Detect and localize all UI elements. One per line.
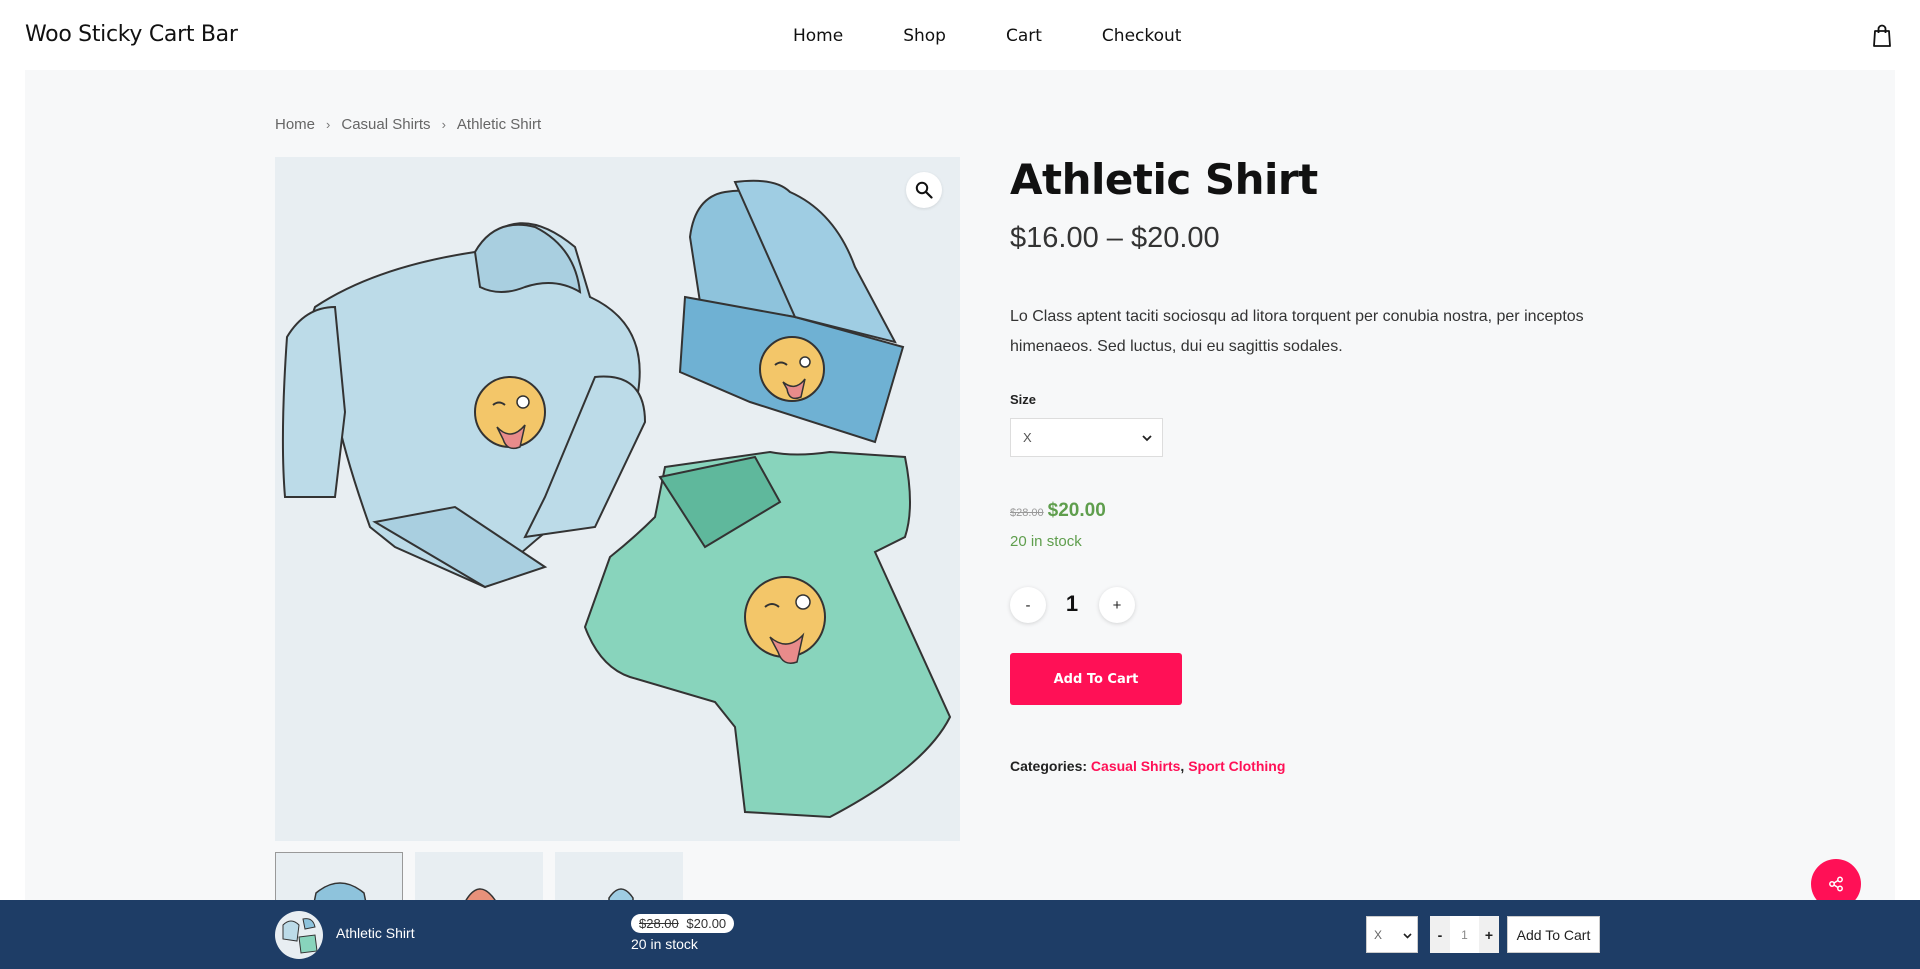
main-nav: Home Shop Cart Checkout (793, 26, 1241, 46)
add-to-cart-button[interactable]: Add To Cart (1010, 653, 1182, 705)
nav-home[interactable]: Home (793, 26, 843, 46)
sticky-bar-qty-decrease[interactable]: - (1430, 916, 1450, 953)
chevron-down-icon (1142, 430, 1152, 445)
sticky-bar-qty-input[interactable]: 1 (1450, 928, 1479, 942)
sticky-bar-product-image (275, 911, 323, 959)
price-range: $16.00 – $20.00 (1010, 222, 1220, 254)
sticky-bar-current-price: $20.00 (686, 916, 727, 931)
sticky-bar-add-to-cart-button[interactable]: Add To Cart (1507, 916, 1600, 953)
size-label: Size (1010, 392, 1037, 407)
share-icon (1829, 876, 1843, 892)
size-select-value: X (1023, 430, 1032, 445)
nav-shop[interactable]: Shop (903, 26, 946, 46)
category-sport-clothing[interactable]: Sport Clothing (1188, 758, 1285, 774)
quantity-input[interactable]: 1 (1054, 591, 1090, 617)
quantity-increase-button[interactable]: + (1099, 587, 1135, 623)
breadcrumb-casual-shirts[interactable]: Casual Shirts (341, 116, 430, 133)
sticky-bar-old-price: $28.00 (639, 916, 679, 931)
hoodie-illustration (281, 222, 647, 589)
site-header: Woo Sticky Cart Bar Home Shop Cart Check… (0, 0, 1920, 70)
sticky-bar-stock: 20 in stock (631, 936, 698, 952)
size-select[interactable]: X (1010, 418, 1163, 457)
magnifier-icon (915, 181, 933, 199)
site-title[interactable]: Woo Sticky Cart Bar (25, 22, 238, 47)
category-casual-shirts[interactable]: Casual Shirts (1091, 758, 1180, 774)
sticky-bar-price: $28.00 $20.00 (631, 914, 735, 933)
tshirt-illustration (583, 450, 952, 819)
categories-label: Categories: (1010, 758, 1088, 774)
product-main-image[interactable] (275, 157, 960, 841)
variation-price: $28.00 $20.00 (1010, 500, 1106, 522)
product-description: Lo Class aptent taciti sociosqu ad litor… (1010, 308, 1584, 355)
stock-status: 20 in stock (1010, 533, 1082, 550)
nav-checkout[interactable]: Checkout (1102, 26, 1182, 46)
chevron-down-icon (1403, 928, 1412, 942)
shopping-bag-icon[interactable] (1872, 24, 1894, 48)
quantity-decrease-button[interactable]: - (1010, 587, 1046, 623)
breadcrumb-current: Athletic Shirt (456, 116, 542, 133)
sticky-bar-size-value: X (1374, 927, 1383, 942)
product-title: Athletic Shirt (1010, 155, 1318, 204)
sticky-bar-product-name: Athletic Shirt (336, 925, 415, 941)
breadcrumb-home[interactable]: Home (275, 116, 315, 133)
zoom-button[interactable] (906, 172, 942, 208)
chevron-right-icon: › (326, 117, 331, 132)
beanie-illustration (678, 179, 905, 444)
nav-cart[interactable]: Cart (1006, 26, 1042, 46)
sticky-bar-quantity: - 1 + (1430, 916, 1499, 953)
breadcrumb: Home › Casual Shirts › Athletic Shirt (275, 116, 541, 133)
product-categories: Categories: Casual Shirts, Sport Clothin… (1010, 758, 1285, 774)
variation-old-price: $28.00 (1010, 507, 1044, 519)
sticky-bar-qty-increase[interactable]: + (1479, 916, 1499, 953)
sticky-bar-size-select[interactable]: X (1366, 916, 1418, 953)
chevron-right-icon: › (441, 117, 446, 132)
variation-current-price: $20.00 (1047, 500, 1106, 521)
